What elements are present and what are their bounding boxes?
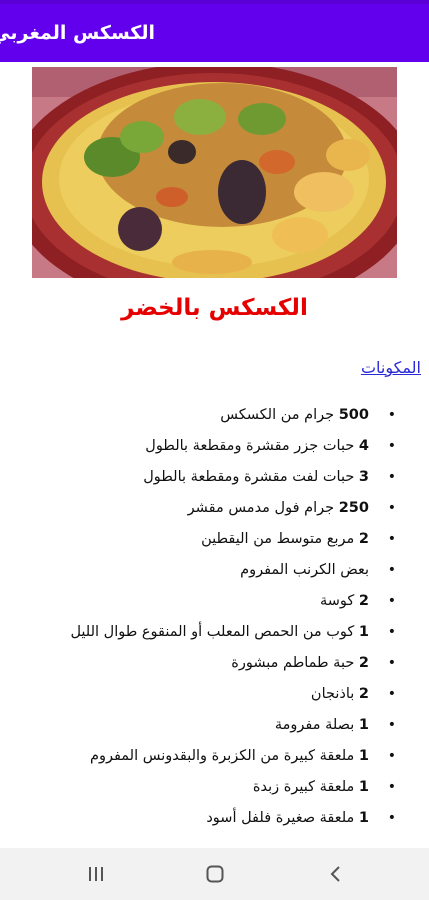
ingredient-text: ملعقة صغيرة فلفل أسود — [206, 810, 359, 826]
recents-icon — [89, 867, 103, 881]
back-button[interactable] — [315, 860, 355, 888]
ingredient-item: • 2 كوسة — [0, 586, 429, 617]
bullet-icon: • — [387, 438, 396, 454]
ingredient-item: • 250 جرام فول مدمس مقشر — [0, 493, 429, 524]
bullet-icon: • — [387, 500, 396, 516]
ingredient-text: حبات لفت مقشرة ومقطعة بالطول — [143, 469, 359, 485]
ingredient-quantity: 4 — [358, 438, 369, 454]
bullet-icon: • — [387, 624, 396, 640]
ingredient-quantity: 1 — [358, 748, 369, 764]
ingredient-item: • 1 بصلة مفرومة — [0, 710, 429, 741]
bullet-icon: • — [387, 407, 396, 423]
ingredient-quantity: 1 — [358, 624, 369, 640]
ingredient-item: • 1 ملعقة صغيرة فلفل أسود — [0, 803, 429, 834]
ingredient-item: • 2 حبة طماطم مبشورة — [0, 648, 429, 679]
ingredient-text: بعض الكرنب المفروم — [240, 562, 369, 578]
dish-photo — [32, 67, 397, 278]
ingredient-quantity: 3 — [358, 469, 369, 485]
ingredient-text: جرام فول مدمس مقشر — [187, 500, 339, 516]
ingredient-item: • بعض الكرنب المفروم — [0, 555, 429, 586]
app-title: الكسكس المغربي — [0, 22, 155, 44]
recents-button[interactable] — [76, 860, 116, 888]
bullet-icon: • — [387, 686, 396, 702]
ingredient-item: • 3 حبات لفت مقشرة ومقطعة بالطول — [0, 462, 429, 493]
home-icon — [206, 865, 224, 883]
ingredient-text: كوب من الحمص المعلب أو المنقوع طوال اللي… — [70, 624, 359, 640]
dish-title: الكسكس بالخضر — [121, 295, 308, 321]
bullet-icon: • — [387, 531, 396, 547]
ingredient-item: • 500 جرام من الكسكس — [0, 400, 429, 431]
navigation-bar — [0, 848, 429, 900]
ingredient-item: • 2 باذنجان — [0, 679, 429, 710]
ingredient-text: مربع متوسط من اليقطين — [201, 531, 359, 547]
ingredient-quantity: 2 — [358, 686, 369, 702]
ingredient-quantity: 2 — [358, 593, 369, 609]
ingredient-text: حبة طماطم مبشورة — [231, 655, 359, 671]
recipe-content[interactable]: الكسكس بالخضر المكونات • 500 جرام من الكس… — [0, 62, 429, 848]
bullet-icon: • — [387, 717, 396, 733]
bullet-icon: • — [387, 469, 396, 485]
ingredient-item: • 1 ملعقة كبيرة زبدة — [0, 772, 429, 803]
ingredient-item: • 1 كوب من الحمص المعلب أو المنقوع طوال ا… — [0, 617, 429, 648]
bullet-icon: • — [387, 810, 396, 826]
ingredient-quantity: 250 — [338, 500, 369, 516]
ingredient-item: • 2 مربع متوسط من اليقطين — [0, 524, 429, 555]
ingredient-text: ملعقة كبيرة زبدة — [252, 779, 359, 795]
home-button[interactable] — [195, 860, 235, 888]
ingredient-quantity: 2 — [358, 655, 369, 671]
ingredient-quantity: 1 — [358, 810, 369, 826]
ingredient-item: • 1 ملعقة كبيرة من الكزبرة والبقدونس المف… — [0, 741, 429, 772]
ingredient-text: كوسة — [319, 593, 359, 609]
ingredient-quantity: 1 — [358, 779, 369, 795]
back-icon — [330, 866, 340, 882]
bullet-icon: • — [387, 593, 396, 609]
bullet-icon: • — [387, 655, 396, 671]
ingredient-quantity: 500 — [338, 407, 369, 423]
ingredient-quantity: 2 — [358, 531, 369, 547]
bullet-icon: • — [387, 779, 396, 795]
app-bar: الكسكس المغربي — [0, 4, 429, 62]
ingredient-text: بصلة مفرومة — [274, 717, 359, 733]
bullet-icon: • — [387, 748, 396, 764]
ingredient-text: باذنجان — [310, 686, 359, 702]
ingredient-text: جرام من الكسكس — [220, 407, 339, 423]
ingredients-list: • 500 جرام من الكسكس • 4 حبات جزر مقشرة ومق… — [0, 400, 429, 834]
bullet-icon: • — [387, 562, 396, 578]
ingredient-item: • 4 حبات جزر مقشرة ومقطعة بالطول — [0, 431, 429, 462]
ingredient-quantity: 1 — [358, 717, 369, 733]
ingredients-link[interactable]: المكونات — [361, 358, 421, 377]
ingredient-text: ملعقة كبيرة من الكزبرة والبقدونس المفروم — [89, 748, 359, 764]
ingredient-text: حبات جزر مقشرة ومقطعة بالطول — [145, 438, 359, 454]
